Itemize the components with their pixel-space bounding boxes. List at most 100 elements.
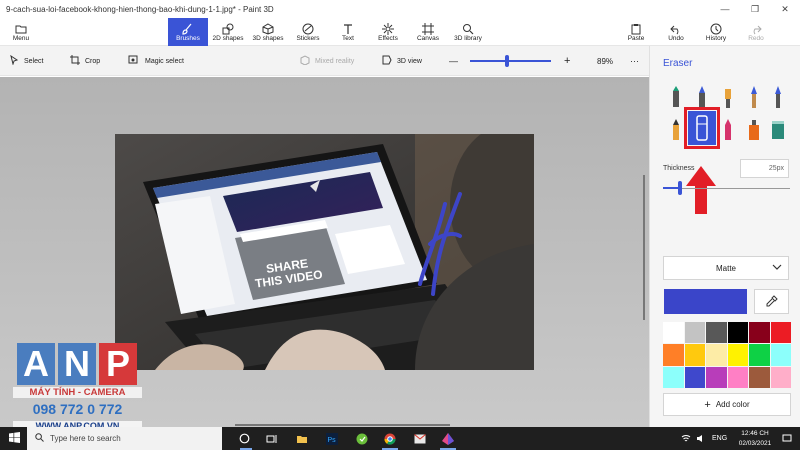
fill-bucket-icon[interactable] <box>767 116 789 142</box>
3d-library-icon <box>462 23 474 35</box>
redo-button[interactable]: Redo <box>744 18 768 46</box>
eraser-icon[interactable] <box>688 111 716 145</box>
tab-stickers[interactable]: Stickers <box>292 18 324 46</box>
menu-button[interactable]: Menu <box>6 18 36 46</box>
more-options-button[interactable]: ··· <box>630 46 639 76</box>
zalo-icon[interactable] <box>352 427 372 450</box>
notifications-icon[interactable] <box>780 427 794 450</box>
color-swatch[interactable] <box>749 344 770 366</box>
close-button[interactable]: ✕ <box>770 0 800 18</box>
color-swatch[interactable] <box>663 322 684 344</box>
spray-can-icon[interactable] <box>743 116 765 142</box>
add-color-label: Add color <box>715 400 750 409</box>
3d-view-label: 3D view <box>397 57 422 65</box>
zoom-percentage: 89% <box>597 56 614 66</box>
mixed-reality-button[interactable]: Mixed reality <box>300 46 354 76</box>
tab-effects[interactable]: Effects <box>375 18 401 46</box>
windows-icon <box>8 432 20 445</box>
mail-icon[interactable] <box>410 427 430 450</box>
tab-canvas[interactable]: Canvas <box>415 18 441 46</box>
chrome-icon[interactable] <box>380 427 400 450</box>
color-swatch[interactable] <box>663 366 684 388</box>
paste-label: Paste <box>627 34 645 42</box>
clock[interactable]: 12:46 CH 02/03/2021 <box>735 429 775 449</box>
watercolor-icon[interactable] <box>743 84 765 110</box>
zoom-out-button[interactable]: — <box>449 46 458 76</box>
tab-2d-shapes[interactable]: 2D shapes <box>210 18 246 46</box>
redo-icon <box>750 23 762 35</box>
thickness-label: Thickness <box>663 165 695 172</box>
paint-3d-icon[interactable] <box>438 427 458 450</box>
task-view-icon[interactable] <box>262 427 282 450</box>
tab-3d-library[interactable]: 3D library <box>450 18 486 46</box>
material-dropdown[interactable]: Matte <box>663 256 789 280</box>
photoshop-icon[interactable]: Ps <box>322 427 342 450</box>
color-swatch[interactable] <box>749 322 770 344</box>
thickness-slider-track[interactable] <box>663 188 790 189</box>
thickness-slider-thumb[interactable] <box>678 181 682 195</box>
add-color-button[interactable]: + Add color <box>663 393 791 416</box>
current-color[interactable] <box>664 289 747 314</box>
zoom-slider-track[interactable] <box>470 60 551 62</box>
plus-icon: + <box>704 398 711 411</box>
tab-3d-shapes[interactable]: 3D shapes <box>250 18 286 46</box>
logo-phone: 098 772 0 772 <box>32 401 123 417</box>
color-palette <box>663 322 791 388</box>
crayon-icon[interactable] <box>717 116 739 142</box>
pixel-pen-icon[interactable] <box>767 84 789 110</box>
history-button[interactable]: History <box>702 18 730 46</box>
taskbar-search[interactable]: Type here to search <box>27 427 222 450</box>
color-swatch[interactable] <box>770 322 791 344</box>
select-button[interactable]: Select <box>10 46 43 76</box>
color-swatch[interactable] <box>749 366 770 388</box>
color-swatch[interactable] <box>727 344 748 366</box>
maximize-button[interactable]: ❐ <box>740 0 770 18</box>
mixed-reality-icon <box>300 55 310 67</box>
color-swatch[interactable] <box>706 322 727 344</box>
magic-select-button[interactable]: Magic select <box>128 46 184 76</box>
chevron-down-icon <box>772 263 782 273</box>
color-swatch[interactable] <box>770 344 791 366</box>
minimize-button[interactable]: — <box>710 0 740 18</box>
3d-view-button[interactable]: 3D view <box>382 46 422 76</box>
color-swatch[interactable] <box>706 344 727 366</box>
undo-button[interactable]: Undo <box>664 18 688 46</box>
paste-button[interactable]: Paste <box>624 18 648 46</box>
color-swatch[interactable] <box>770 366 791 388</box>
crop-button[interactable]: Crop <box>70 46 100 76</box>
volume-icon[interactable] <box>695 427 707 450</box>
history-icon <box>710 23 722 35</box>
tab-text[interactable]: Text <box>335 18 361 46</box>
zoom-in-button[interactable]: + <box>564 46 570 76</box>
tab-label: Stickers <box>296 34 320 42</box>
eyedropper-button[interactable] <box>754 289 789 314</box>
color-swatch[interactable] <box>727 366 748 388</box>
redo-label: Redo <box>748 34 764 42</box>
network-icon[interactable] <box>680 427 692 450</box>
tab-label: Effects <box>378 34 398 42</box>
laptop-photo <box>115 134 534 370</box>
file-explorer-icon[interactable] <box>292 427 312 450</box>
vertical-scrollbar[interactable] <box>643 175 645 320</box>
color-swatch[interactable] <box>684 344 705 366</box>
logo-letter-p: P <box>99 343 137 385</box>
color-swatch[interactable] <box>663 344 684 366</box>
mixed-reality-label: Mixed reality <box>315 57 355 65</box>
color-swatch[interactable] <box>684 366 705 388</box>
search-placeholder: Type here to search <box>50 434 121 443</box>
oil-brush-icon[interactable] <box>717 84 739 110</box>
color-swatch[interactable] <box>706 366 727 388</box>
zoom-slider-thumb[interactable] <box>505 55 509 67</box>
horizontal-scrollbar[interactable] <box>235 424 450 426</box>
canvas-image[interactable]: SHARE THIS VIDEO <box>115 134 534 370</box>
cortana-icon[interactable] <box>234 427 254 450</box>
color-swatch[interactable] <box>727 322 748 344</box>
undo-icon <box>670 23 682 35</box>
start-button[interactable] <box>4 427 24 450</box>
thickness-input[interactable]: 25px <box>740 159 789 178</box>
color-swatch[interactable] <box>684 322 705 344</box>
tab-brushes[interactable]: Brushes <box>168 18 208 46</box>
clock-time: 12:46 CH <box>741 430 769 437</box>
history-label: History <box>705 34 727 42</box>
language-indicator[interactable]: ENG <box>712 427 727 450</box>
